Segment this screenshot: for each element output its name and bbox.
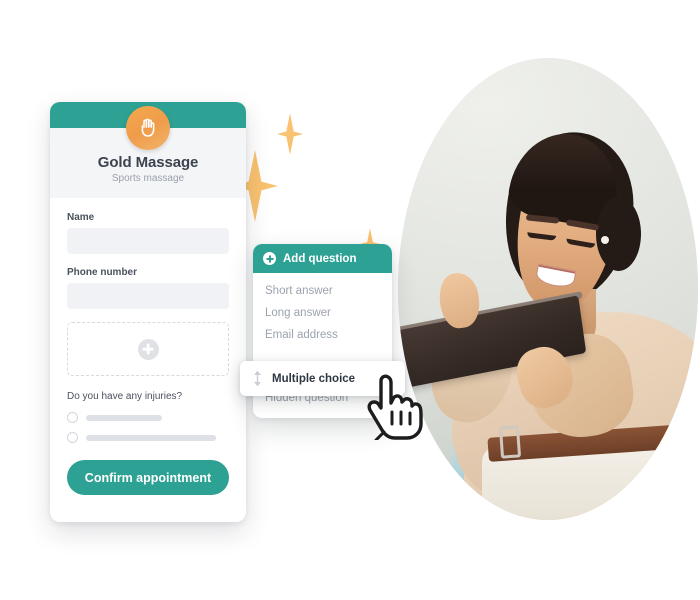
card-header: Gold Massage Sports massage bbox=[50, 106, 246, 198]
confirm-appointment-button[interactable]: Confirm appointment bbox=[67, 460, 229, 495]
question-type-list: Short answer Long answer Email address C… bbox=[253, 273, 392, 418]
plus-icon bbox=[137, 338, 159, 360]
radio-unchecked-icon[interactable] bbox=[67, 412, 78, 423]
dropdown-item-short-answer[interactable]: Short answer bbox=[253, 280, 392, 302]
name-input[interactable] bbox=[67, 228, 229, 254]
radio-unchecked-icon[interactable] bbox=[67, 432, 78, 443]
upload-dropzone[interactable] bbox=[67, 322, 229, 376]
illustration-stage: Gold Massage Sports massage Name Phone n… bbox=[0, 0, 700, 600]
multiple-choice-label: Multiple choice bbox=[272, 372, 356, 385]
radio-option-row[interactable] bbox=[67, 432, 229, 443]
drag-vertical-icon[interactable] bbox=[252, 370, 263, 387]
dropdown-item-email-address[interactable]: Email address bbox=[253, 324, 392, 346]
four-point-star-icon bbox=[277, 113, 303, 155]
dropdown-item-multiple-choice[interactable]: Multiple choice bbox=[240, 361, 405, 396]
card-body: Name Phone number Do you have any injuri… bbox=[50, 198, 246, 495]
plus-circle-icon bbox=[263, 252, 276, 265]
name-field-label: Name bbox=[67, 212, 95, 223]
person-earring bbox=[600, 235, 609, 244]
add-question-header[interactable]: Add question bbox=[253, 244, 392, 273]
phone-input[interactable] bbox=[67, 283, 229, 309]
radio-option-placeholder bbox=[86, 414, 162, 421]
radio-option-placeholder bbox=[86, 434, 216, 441]
hero-photo bbox=[398, 58, 698, 520]
injuries-question-label: Do you have any injuries? bbox=[67, 391, 183, 402]
business-subtitle: Sports massage bbox=[111, 173, 185, 184]
booking-form-card: Gold Massage Sports massage Name Phone n… bbox=[50, 102, 246, 522]
business-name: Gold Massage bbox=[97, 154, 199, 171]
radio-option-row[interactable] bbox=[67, 412, 229, 423]
add-question-label: Add question bbox=[283, 252, 357, 265]
person-hair-bun bbox=[596, 196, 641, 271]
phone-field-label: Phone number bbox=[67, 267, 138, 278]
dropdown-item-long-answer[interactable]: Long answer bbox=[253, 302, 392, 324]
person-figure bbox=[398, 58, 698, 520]
raised-hand-icon bbox=[126, 106, 170, 150]
belt-buckle bbox=[498, 425, 522, 459]
